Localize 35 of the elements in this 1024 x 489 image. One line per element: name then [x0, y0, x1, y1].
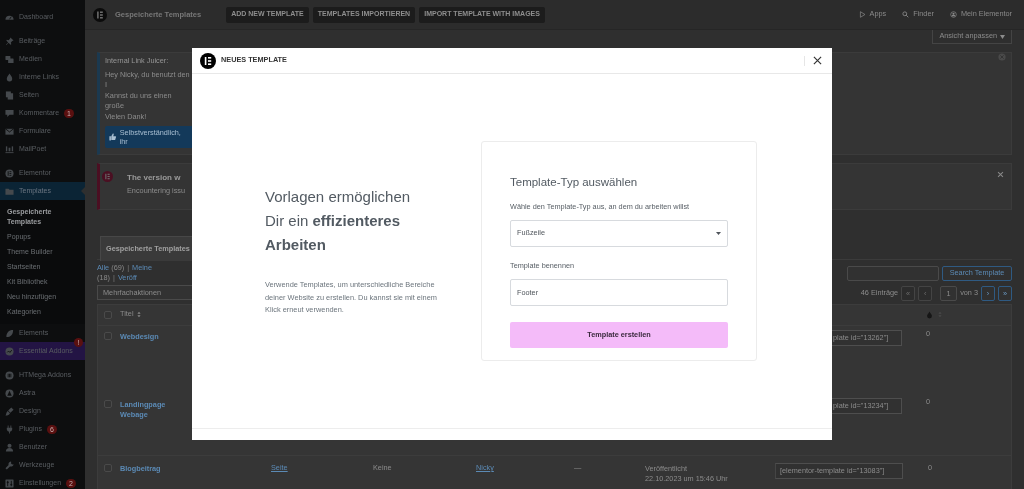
brush-icon — [5, 406, 14, 416]
play-icon — [858, 11, 866, 18]
thumbs-up-icon — [109, 132, 117, 141]
logo-icon — [102, 171, 113, 182]
close-button[interactable] — [811, 54, 824, 67]
user-icon — [5, 442, 14, 452]
form-title: Template-Typ auswählen — [510, 175, 639, 189]
drop-icon — [5, 72, 14, 82]
close-icon — [997, 171, 1004, 178]
mail-icon — [5, 126, 14, 136]
folder-icon — [5, 186, 14, 196]
media-icon — [5, 54, 14, 64]
logo-icon — [5, 144, 14, 154]
logo-icon — [93, 7, 107, 22]
sort-icon — [136, 311, 141, 318]
caret-icon — [1000, 34, 1005, 39]
close-icon — [813, 56, 822, 65]
wrench-icon — [5, 460, 14, 470]
caret-icon — [716, 232, 721, 235]
speech-bubble-icon — [5, 108, 14, 118]
circle-logo-icon — [5, 388, 14, 398]
pin-icon — [5, 36, 14, 46]
logo-icon — [200, 52, 216, 69]
search-icon — [902, 11, 910, 18]
pages-icon — [5, 90, 14, 100]
circle-logo-icon — [5, 370, 14, 380]
user-circle-icon — [949, 11, 957, 18]
leaf-icon — [5, 328, 14, 338]
intro-heading: Vorlagen ermöglichen Dir ein effizienteres Arbeiten — [265, 187, 412, 256]
circle-logo-icon — [5, 346, 14, 356]
circle-logo-icon — [5, 168, 14, 178]
drop-icon — [926, 310, 933, 319]
plug-icon — [5, 424, 14, 434]
notice-title: The version w — [127, 172, 182, 184]
search-field[interactable] — [847, 266, 939, 281]
